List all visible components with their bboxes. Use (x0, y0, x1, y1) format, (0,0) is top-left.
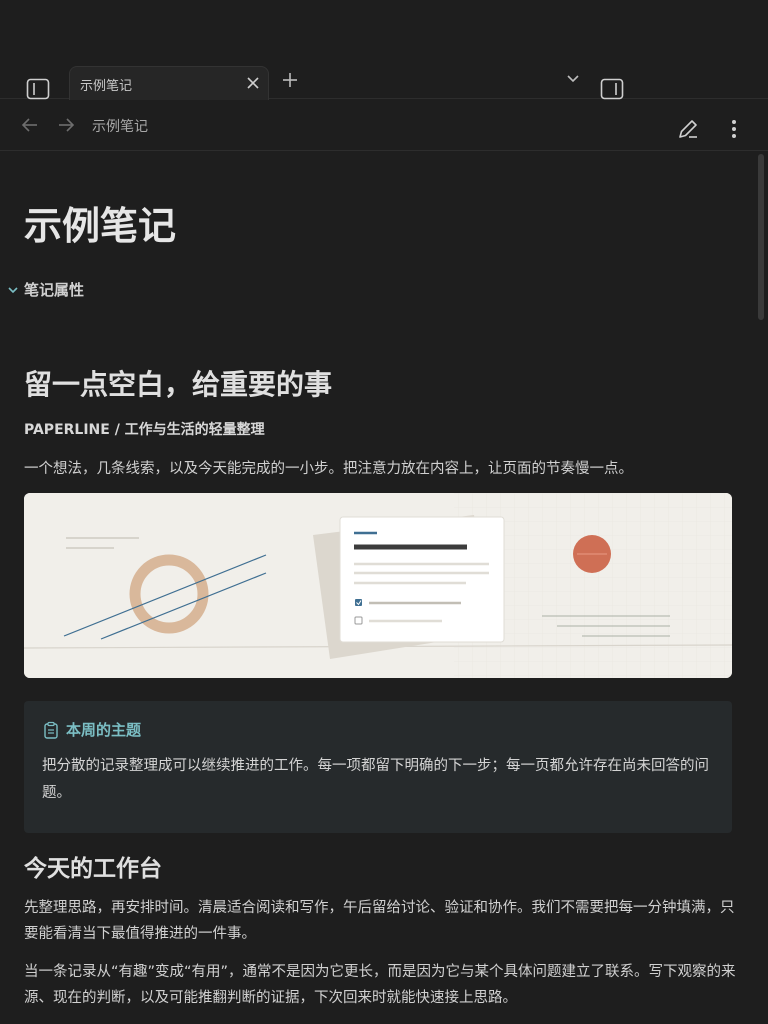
clipboard-icon (44, 721, 58, 739)
callout: 本周的主题 把分散的记录整理成可以继续推进的工作。每一项都留下明确的下一步；每一… (24, 701, 732, 833)
callout-body: 把分散的记录整理成可以继续推进的工作。每一项都留下明确的下一步；每一页都允许存在… (42, 758, 709, 801)
sidebar-right-icon (600, 78, 624, 100)
tab-bar: 示例笔记 (0, 0, 768, 100)
chevron-down-icon (8, 286, 18, 293)
toggle-right-sidebar-button[interactable] (600, 78, 624, 100)
chevron-down-icon[interactable] (565, 72, 581, 86)
banner-illustration (24, 493, 732, 678)
tab-title: 示例笔记 (80, 79, 133, 94)
paragraph: 先整理思路，再安排时间。清晨适合阅读和写作，午后留给讨论、验证和协作。我们不需要… (24, 900, 735, 942)
subtitle: PAPERLINE / 工作与生活的轻量整理 (24, 422, 265, 438)
close-icon[interactable] (245, 75, 261, 91)
note-content[interactable]: 示例笔记 笔记属性 留一点空白，给重要的事 PAPERLINE / 工作与生活的… (0, 151, 768, 1024)
callout-header: 本周的主题 (42, 719, 141, 740)
breadcrumb[interactable]: 示例笔记 (92, 116, 148, 136)
note-properties-label: 笔记属性 (24, 281, 85, 299)
plus-icon[interactable] (281, 71, 299, 89)
toggle-left-sidebar-button[interactable] (26, 78, 50, 100)
tab-active[interactable]: 示例笔记 (69, 66, 269, 100)
heading-2: 今天的工作台 (24, 856, 162, 882)
callout-title: 本周的主题 (66, 721, 142, 739)
more-vertical-icon[interactable] (724, 117, 744, 141)
sidebar-left-icon (26, 78, 50, 100)
arrow-right-icon[interactable] (56, 115, 76, 135)
navigation-bar: 示例笔记 (0, 100, 768, 151)
heading-1: 留一点空白，给重要的事 (24, 368, 333, 401)
paragraph: 当一条记录从“有趣”变成“有用”，通常不是因为它更长，而是因为它与某个具体问题建… (24, 964, 736, 1006)
banner-image (24, 493, 732, 678)
note-properties-toggle[interactable]: 笔记属性 (6, 279, 84, 300)
pencil-icon[interactable] (676, 117, 700, 141)
scrollbar[interactable] (758, 154, 764, 320)
lead-paragraph: 一个想法，几条线索，以及今天能完成的一小步。把注意力放在内容上，让页面的节奏慢一… (24, 461, 633, 477)
page-title[interactable]: 示例笔记 (24, 195, 176, 250)
arrow-left-icon[interactable] (20, 115, 40, 135)
